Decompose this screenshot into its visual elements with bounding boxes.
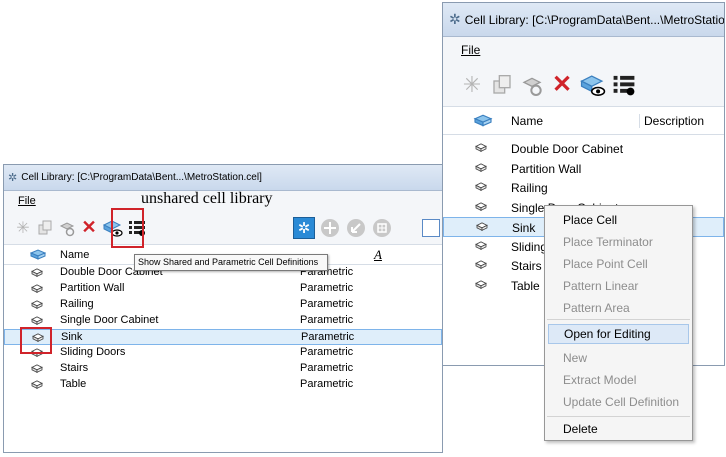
tooltip: Show Shared and Parametric Cell Definiti… xyxy=(134,254,328,271)
cell-name: Sink xyxy=(512,221,536,235)
annotation-label: unshared cell library xyxy=(141,190,273,207)
context-menu-item[interactable]: Place Terminator xyxy=(545,232,692,252)
context-menu-item[interactable]: Delete xyxy=(545,419,692,439)
right-column-name[interactable]: Name xyxy=(511,114,543,128)
cell-name: Sink xyxy=(61,331,83,343)
cell-name: Single Door Cabinet xyxy=(60,314,159,326)
right-copy-cell-icon[interactable] xyxy=(487,70,517,100)
context-menu-item[interactable]: New xyxy=(545,348,692,368)
context-menu-item[interactable]: Place Point Cell xyxy=(545,254,692,274)
left-cell-row[interactable]: Stairs Parametric xyxy=(4,361,442,377)
right-show-shared-parametric-icon[interactable] xyxy=(577,70,609,100)
left-cell-row[interactable]: Table Parametric xyxy=(4,377,442,393)
left-point-mode-icon[interactable] xyxy=(345,217,367,239)
cell-name: Sliding xyxy=(511,239,548,254)
right-cell-row[interactable]: Railing xyxy=(443,178,724,198)
cell-icon xyxy=(31,380,43,390)
context-menu: Place Cell Place Terminator Place Point Ce… xyxy=(544,205,693,441)
context-menu-item[interactable]: Pattern Linear xyxy=(545,276,692,296)
left-cell-row[interactable]: Partition Wall Parametric xyxy=(4,281,442,297)
right-list-header: Name Description xyxy=(443,107,724,135)
left-menu-file[interactable]: File xyxy=(12,195,42,207)
left-delete-icon[interactable]: ✕ xyxy=(78,217,100,239)
cell-type: Parametric xyxy=(301,331,355,343)
context-menu-item[interactable]: Open for Editing xyxy=(548,324,689,344)
cell-type: Parametric xyxy=(300,314,354,326)
cell-icon xyxy=(475,162,487,173)
cell-type: Parametric xyxy=(300,282,354,294)
left-new-cell-icon[interactable]: ✳ xyxy=(12,217,34,239)
left-toolbar: ✳ ✕ ✲ xyxy=(4,211,442,245)
left-copy-cell-icon[interactable] xyxy=(34,217,56,239)
left-cell-row[interactable]: Single Door Cabinet Parametric xyxy=(4,313,442,329)
right-menu-bar: File xyxy=(443,37,724,63)
context-menu-separator xyxy=(547,416,690,417)
cell-name: Railing xyxy=(511,181,548,195)
cell-icon xyxy=(31,316,43,326)
left-cell-row[interactable]: Railing Parametric xyxy=(4,297,442,313)
cell-name: Sliding Doors xyxy=(60,346,126,358)
cell-icon xyxy=(31,268,43,278)
right-header-cell-icon xyxy=(473,113,493,132)
left-refresh-cell-icon[interactable] xyxy=(56,217,78,239)
context-menu-item[interactable]: Extract Model xyxy=(545,370,692,390)
right-cell-library-app-icon: ✲ xyxy=(449,11,461,27)
right-toolbar: ✳ ✕ xyxy=(443,63,724,107)
cell-name: Double Door Cabinet xyxy=(511,142,624,156)
right-title-bar[interactable]: ✲ Cell Library: [C:\ProgramData\Bent...\… xyxy=(443,3,724,37)
annotation-box-sink-icon xyxy=(20,327,52,354)
cell-name: Railing xyxy=(60,298,94,310)
right-list-details-icon[interactable] xyxy=(609,70,639,100)
cell-icon xyxy=(475,260,487,270)
left-cell-row[interactable]: Sink Parametric xyxy=(4,329,442,345)
cell-icon xyxy=(475,143,487,153)
right-menu-file[interactable]: File xyxy=(455,43,486,57)
cell-library-app-icon: ✲ xyxy=(8,172,18,184)
context-menu-item[interactable]: Update Cell Definition xyxy=(545,392,692,412)
cell-name: Stairs xyxy=(511,259,542,273)
left-title-bar[interactable]: ✲ Cell Library: [C:\ProgramData\Bent...\… xyxy=(4,165,442,191)
cell-icon xyxy=(31,300,43,310)
cell-name: Partition Wall xyxy=(511,161,582,176)
cell-name: Table xyxy=(511,278,540,293)
cell-type: Parametric xyxy=(300,362,354,374)
cell-name: Partition Wall xyxy=(60,282,125,294)
cell-icon xyxy=(31,284,43,294)
left-cell-list: Double Door Cabinet Parametric Partition W… xyxy=(4,265,442,393)
left-terminator-mode-icon[interactable] xyxy=(319,217,341,239)
right-new-cell-icon[interactable]: ✳ xyxy=(457,70,487,100)
left-place-mode-icon[interactable]: ✲ xyxy=(293,217,315,239)
right-window-title: Cell Library: [C:\ProgramData\Bent...\Me… xyxy=(464,12,725,27)
context-menu-item[interactable]: Pattern Area xyxy=(545,298,692,318)
cell-icon xyxy=(475,201,487,212)
left-pattern-mode-icon[interactable] xyxy=(371,217,393,239)
cell-name: Table xyxy=(60,378,87,390)
cell-type: Parametric xyxy=(300,346,354,358)
left-header-cell-icon xyxy=(29,248,47,265)
cell-icon xyxy=(475,240,487,251)
cell-type: Parametric xyxy=(300,378,354,390)
left-preview-toggle-icon[interactable] xyxy=(422,219,440,237)
cell-icon xyxy=(476,222,488,232)
left-column-type-icon[interactable]: A xyxy=(374,247,382,263)
right-delete-icon[interactable]: ✕ xyxy=(547,70,577,100)
right-column-description[interactable]: Description xyxy=(639,114,704,128)
cell-icon xyxy=(475,279,487,290)
context-menu-separator xyxy=(547,319,690,320)
context-menu-item[interactable]: Place Cell xyxy=(545,210,692,230)
right-cell-row[interactable]: Double Door Cabinet xyxy=(443,139,724,159)
right-cell-row[interactable]: Partition Wall xyxy=(443,159,724,179)
cell-icon xyxy=(31,364,43,374)
right-refresh-cell-icon[interactable] xyxy=(517,70,547,100)
left-window-title: Cell Library: [C:\ProgramData\Bent...\Me… xyxy=(21,172,262,183)
cell-icon xyxy=(475,182,487,192)
left-column-name[interactable]: Name xyxy=(60,249,89,261)
cell-name: Stairs xyxy=(60,362,89,374)
cell-type: Parametric xyxy=(300,298,354,310)
annotation-box-toolbar-button xyxy=(111,208,144,248)
left-cell-row[interactable]: Sliding Doors Parametric xyxy=(4,345,442,361)
